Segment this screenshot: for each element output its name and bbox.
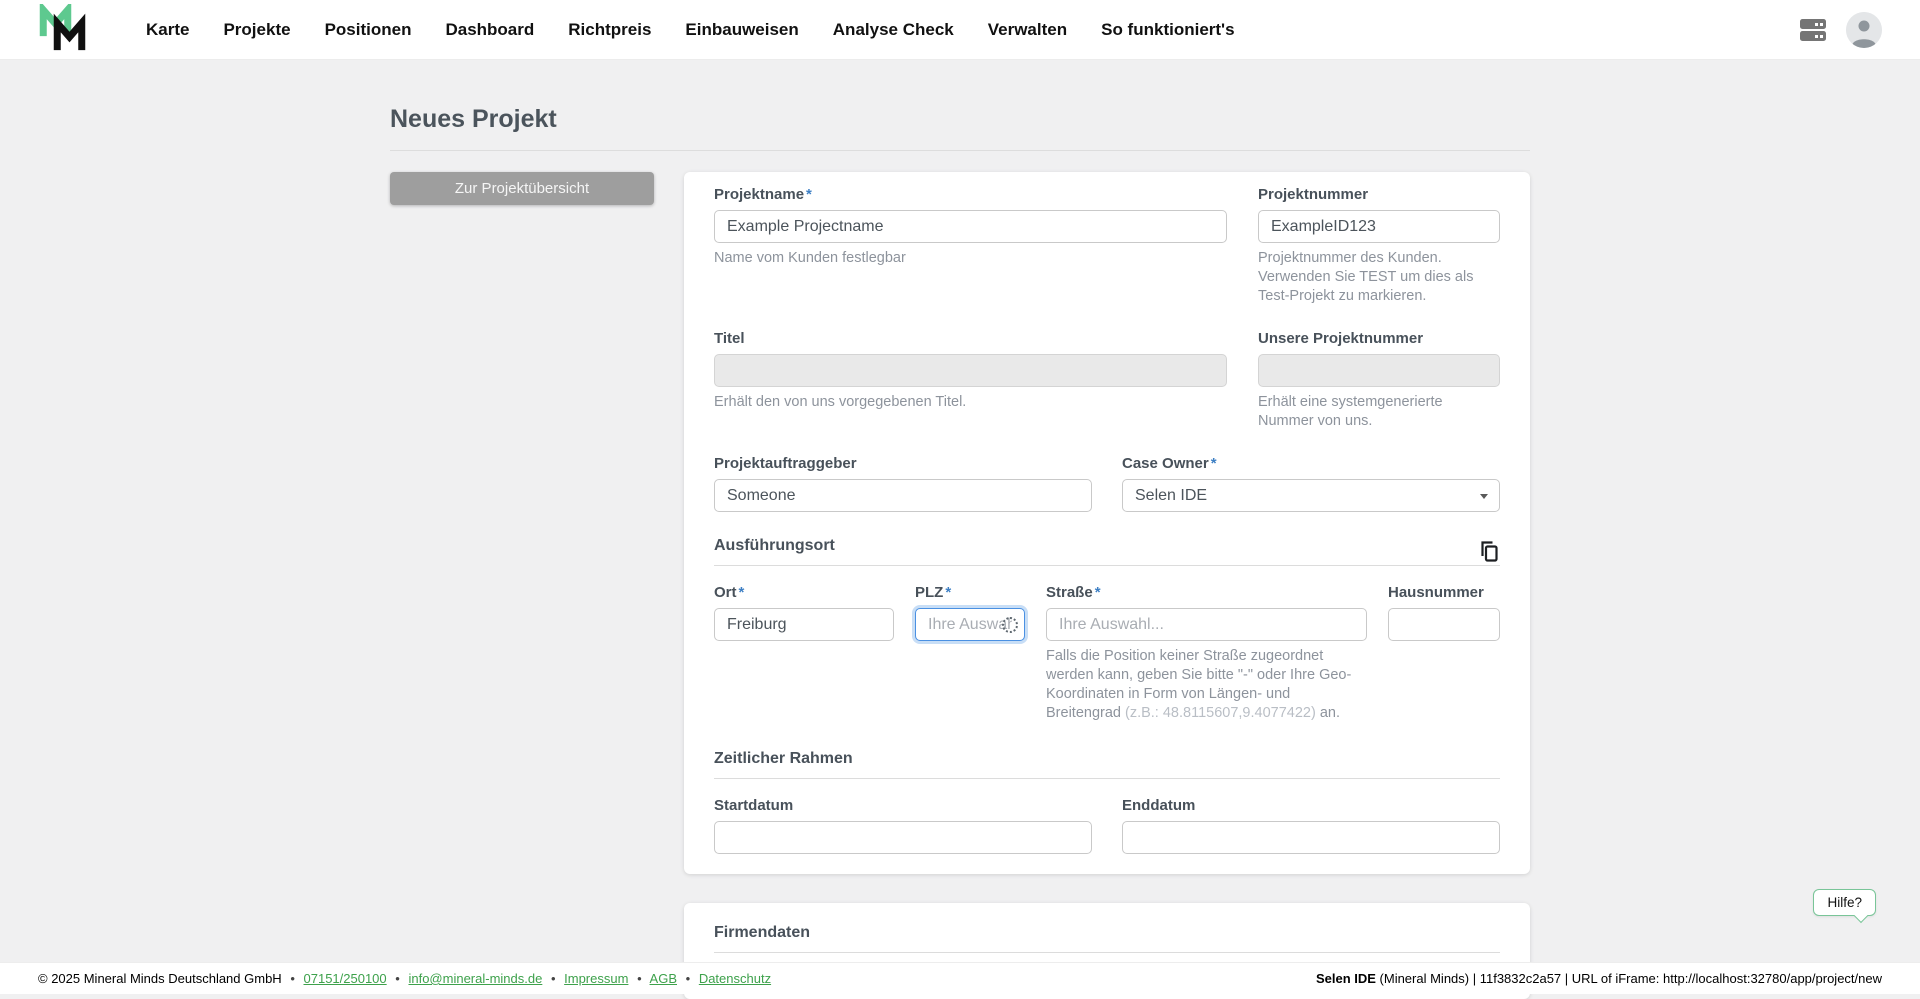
enddatum-field: Enddatum — [1122, 797, 1500, 854]
unsere-projektnummer-field: Unsere Projektnummer Erhält eine systemg… — [1258, 330, 1500, 431]
nav-item-einbauweisen[interactable]: Einbauweisen — [685, 20, 798, 40]
ausfuehrungsort-section-header: Ausführungsort — [714, 536, 1500, 566]
firmendaten-section-title: Firmendaten — [714, 923, 810, 943]
footer-separator: • — [686, 971, 691, 986]
required-asterisk: * — [1211, 455, 1217, 472]
top-navbar: Karte Projekte Positionen Dashboard Rich… — [0, 0, 1920, 60]
right-column: Projektname* Name vom Kunden festlegbar … — [684, 172, 1530, 999]
footer-separator: • — [551, 971, 556, 986]
nav-item-so-funktionierts[interactable]: So funktioniert's — [1101, 20, 1234, 40]
hausnummer-field: Hausnummer — [1388, 584, 1500, 723]
nav-item-verwalten[interactable]: Verwalten — [988, 20, 1067, 40]
required-asterisk: * — [739, 584, 745, 601]
projektauftraggeber-field: Projektauftraggeber — [714, 455, 1092, 512]
nav-item-dashboard[interactable]: Dashboard — [445, 20, 534, 40]
page-title: Neues Projekt — [390, 105, 1530, 151]
copy-location-icon[interactable] — [1478, 540, 1500, 564]
projektname-helper: Name vom Kunden festlegbar — [714, 249, 1227, 268]
nav-item-karte[interactable]: Karte — [146, 20, 189, 40]
zeitlicher-rahmen-section-header: Zeitlicher Rahmen — [714, 749, 1500, 779]
nav-item-analyse-check[interactable]: Analyse Check — [833, 20, 954, 40]
required-asterisk: * — [806, 186, 812, 203]
required-asterisk: * — [945, 584, 951, 601]
case-owner-field: Case Owner* Selen IDE — [1122, 455, 1500, 512]
enddatum-label: Enddatum — [1122, 797, 1500, 814]
footer-user-name: Selen IDE — [1316, 971, 1376, 986]
projektnummer-input[interactable] — [1258, 210, 1500, 243]
unsere-projektnummer-label: Unsere Projektnummer — [1258, 330, 1500, 347]
navbar-right-icons — [1798, 12, 1882, 48]
main-navigation: Karte Projekte Positionen Dashboard Rich… — [146, 20, 1235, 40]
footer: © 2025 Mineral Minds Deutschland GmbH • … — [0, 962, 1920, 994]
ort-field: Ort* — [714, 584, 894, 723]
footer-link-phone[interactable]: 07151/250100 — [304, 971, 387, 986]
unsere-projektnummer-helper: Erhält eine systemgenerierte Nummer von … — [1258, 393, 1500, 431]
strasse-input[interactable] — [1046, 608, 1367, 641]
titel-field: Titel Erhält den von uns vorgegebenen Ti… — [714, 330, 1227, 431]
strasse-field: Straße* Falls die Position keiner Straße… — [1046, 584, 1367, 723]
user-avatar-icon[interactable] — [1846, 12, 1882, 48]
projektauftraggeber-label: Projektauftraggeber — [714, 455, 1092, 472]
case-owner-label: Case Owner* — [1122, 455, 1500, 472]
footer-session-details: (Mineral Minds) | 11f3832c2a57 | URL of … — [1376, 971, 1882, 986]
footer-copyright: © 2025 Mineral Minds Deutschland GmbH — [38, 971, 282, 986]
unsere-projektnummer-input — [1258, 354, 1500, 387]
mineral-minds-logo-icon[interactable] — [38, 4, 94, 56]
strasse-label: Straße* — [1046, 584, 1367, 601]
projektnummer-helper: Projektnummer des Kunden. Verwenden Sie … — [1258, 249, 1500, 306]
nav-item-projekte[interactable]: Projekte — [223, 20, 290, 40]
plz-input[interactable] — [915, 608, 1025, 641]
footer-separator: • — [290, 971, 295, 986]
zeitlicher-rahmen-section-title: Zeitlicher Rahmen — [714, 749, 853, 769]
titel-label: Titel — [714, 330, 1227, 347]
case-owner-selected-value: Selen IDE — [1135, 487, 1207, 505]
projektauftraggeber-input[interactable] — [714, 479, 1092, 512]
titel-input — [714, 354, 1227, 387]
projektnummer-label: Projektnummer — [1258, 186, 1500, 203]
project-form-card: Projektname* Name vom Kunden festlegbar … — [684, 172, 1530, 874]
help-button[interactable]: Hilfe? — [1813, 889, 1876, 916]
required-asterisk: * — [1095, 584, 1101, 601]
enddatum-input[interactable] — [1122, 821, 1500, 854]
startdatum-input[interactable] — [714, 821, 1092, 854]
projektname-input[interactable] — [714, 210, 1227, 243]
ort-label: Ort* — [714, 584, 894, 601]
plz-field: PLZ* — [915, 584, 1025, 723]
footer-separator: • — [637, 971, 642, 986]
plz-label: PLZ* — [915, 584, 1025, 601]
case-owner-select[interactable]: Selen IDE — [1122, 479, 1500, 512]
startdatum-field: Startdatum — [714, 797, 1092, 854]
hausnummer-label: Hausnummer — [1388, 584, 1500, 601]
nav-item-positionen[interactable]: Positionen — [325, 20, 412, 40]
footer-link-agb[interactable]: AGB — [650, 971, 677, 986]
strasse-helper: Falls die Position keiner Straße zugeord… — [1046, 647, 1367, 723]
projektname-field: Projektname* Name vom Kunden festlegbar — [714, 186, 1227, 306]
footer-link-datenschutz[interactable]: Datenschutz — [699, 971, 771, 986]
startdatum-label: Startdatum — [714, 797, 1092, 814]
projektname-label: Projektname* — [714, 186, 1227, 203]
footer-separator: • — [395, 971, 400, 986]
projektnummer-field: Projektnummer Projektnummer des Kunden. … — [1258, 186, 1500, 306]
nav-item-richtpreis[interactable]: Richtpreis — [568, 20, 651, 40]
footer-link-email[interactable]: info@mineral-minds.de — [408, 971, 542, 986]
main-content: Neues Projekt Zur Projektübersicht Proje… — [390, 105, 1530, 999]
zur-projektuebersicht-button[interactable]: Zur Projektübersicht — [390, 172, 654, 205]
titel-helper: Erhält den von uns vorgegebenen Titel. — [714, 393, 1227, 412]
footer-link-impressum[interactable]: Impressum — [564, 971, 628, 986]
ort-input[interactable] — [714, 608, 894, 641]
hausnummer-input[interactable] — [1388, 608, 1500, 641]
ausfuehrungsort-section-title: Ausführungsort — [714, 536, 835, 556]
footer-session-info: Selen IDE (Mineral Minds) | 11f3832c2a57… — [1316, 971, 1882, 986]
footer-left: © 2025 Mineral Minds Deutschland GmbH • … — [38, 971, 771, 986]
server-dns-icon[interactable] — [1798, 15, 1828, 45]
left-column: Zur Projektübersicht — [390, 172, 654, 205]
